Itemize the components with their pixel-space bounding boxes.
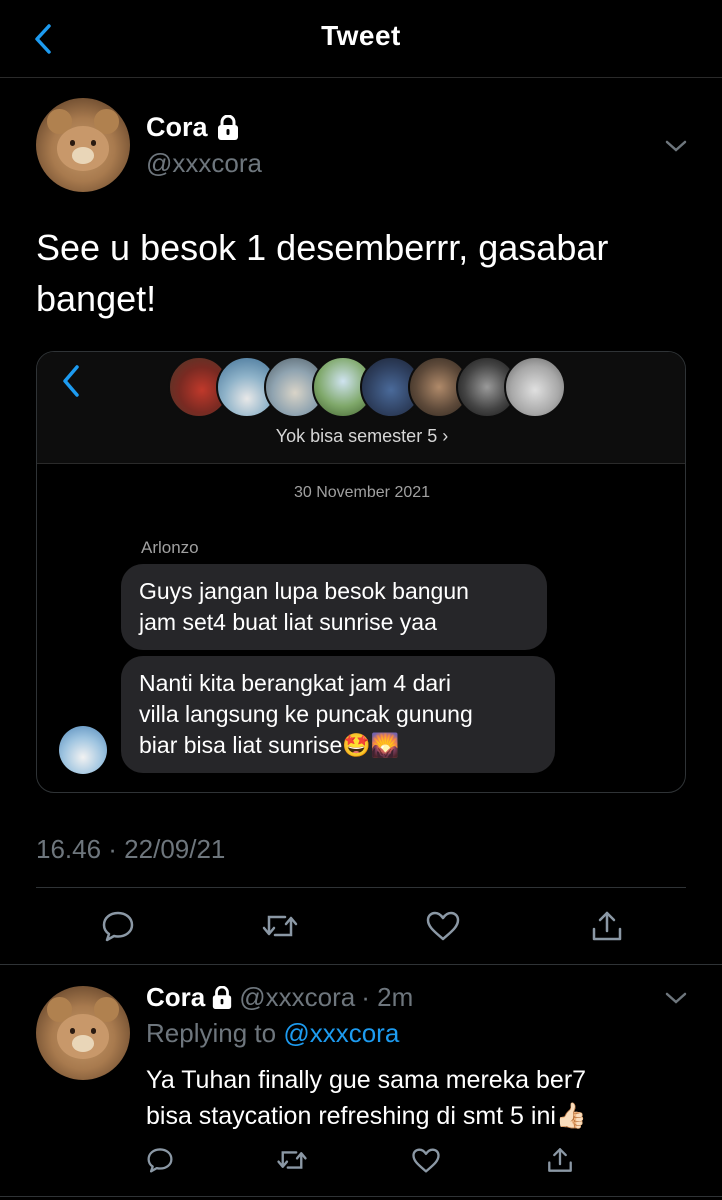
replying-to: Replying to @xxxcora (146, 1018, 399, 1049)
heart-icon (426, 911, 460, 941)
reply-time: · 2m (361, 982, 414, 1012)
avatar[interactable] (36, 98, 130, 192)
reply-author-handle[interactable]: @xxxcora (239, 982, 355, 1013)
reply-text-line: bisa staycation refreshing di smt 5 ini👍… (146, 1102, 588, 1130)
share-icon (592, 911, 622, 941)
tweet-text-line: banget! (36, 278, 157, 319)
like-button[interactable] (421, 904, 465, 948)
message-bubble: Nanti kita berangkat jam 4 dari villa la… (121, 656, 555, 773)
message-line: Nanti kita berangkat jam 4 dari (139, 670, 451, 696)
retweet-button[interactable] (258, 904, 302, 948)
author-handle[interactable]: @xxxcora (146, 148, 262, 179)
share-button[interactable] (540, 1140, 580, 1180)
retweet-icon (262, 915, 298, 937)
author-name[interactable]: Cora (146, 112, 240, 143)
chevron-down-icon[interactable] (664, 990, 688, 1006)
like-button[interactable] (406, 1140, 446, 1180)
avatar[interactable] (36, 986, 130, 1080)
lock-icon (217, 114, 238, 140)
reply-button[interactable] (96, 904, 140, 948)
author-name-text: Cora (146, 112, 208, 142)
chat-date: 30 November 2021 (293, 484, 431, 501)
reply-text-line: Ya Tuhan finally gue sama mereka ber7 (146, 1066, 587, 1094)
replying-to-handle[interactable]: @xxxcora (283, 1018, 399, 1048)
tweet-text-line: See u besok 1 desemberrr, gasabar (36, 227, 609, 268)
message-bubble: Guys jangan lupa besok bangun jam set4 b… (121, 564, 547, 650)
share-button[interactable] (585, 904, 629, 948)
divider (36, 887, 686, 888)
group-name: Yok bisa semester 5 › (275, 426, 449, 446)
avatar (59, 726, 107, 774)
reply-button[interactable] (140, 1140, 180, 1180)
media-card[interactable]: Yok bisa semester 5 › 30 November 2021 A… (36, 351, 686, 793)
replying-to-label: Replying to (146, 1018, 277, 1048)
chevron-down-icon[interactable] (664, 138, 688, 154)
reply-text: Ya Tuhan finally gue sama mereka ber7 bi… (146, 1062, 686, 1134)
retweet-icon (277, 1151, 307, 1169)
chevron-left-icon (63, 365, 79, 397)
retweet-button[interactable] (272, 1140, 312, 1180)
lock-icon (213, 985, 232, 1009)
share-icon (548, 1148, 572, 1172)
message-line: jam set4 buat liat sunrise yaa (139, 609, 437, 635)
heart-icon (412, 1148, 440, 1173)
avatar (504, 356, 566, 418)
tweet-text: See u besok 1 desemberrr, gasabar banget… (36, 222, 676, 324)
reply-header: Cora @xxxcora · 2m (146, 982, 413, 1013)
message-line: Guys jangan lupa besok bangun (139, 578, 469, 604)
divider (0, 1196, 722, 1197)
divider (0, 964, 722, 965)
message-line: biar bisa liat sunrise🤩🌄 (139, 732, 400, 758)
reply-author-name[interactable]: Cora (146, 982, 205, 1013)
sender-name: Arlonzo (141, 538, 199, 557)
tweet-timestamp[interactable]: 16.46 · 22/09/21 (36, 834, 225, 865)
page-title: Tweet (321, 20, 401, 51)
comment-icon (102, 911, 134, 942)
comment-icon (147, 1148, 173, 1173)
message-line: villa langsung ke puncak gunung (139, 701, 473, 727)
